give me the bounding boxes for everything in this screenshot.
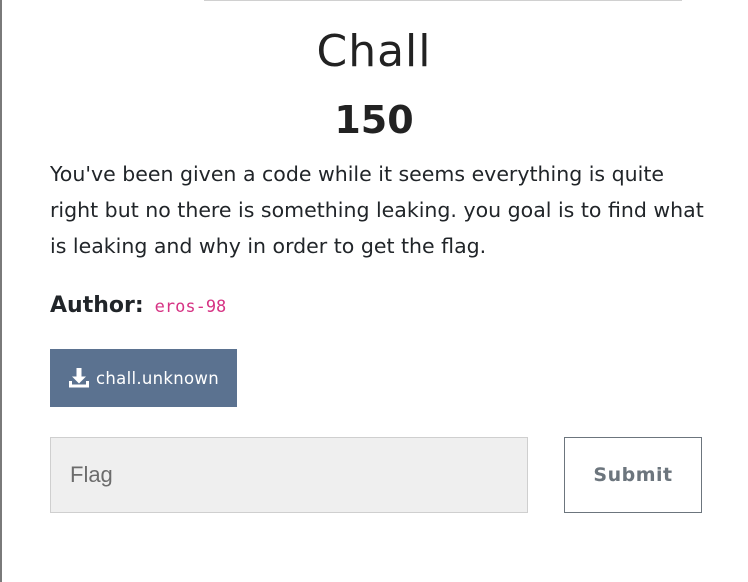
download-file-label: chall.unknown bbox=[96, 368, 219, 388]
top-divider bbox=[204, 0, 682, 1]
author-label: Author: bbox=[50, 293, 144, 318]
flag-input[interactable] bbox=[50, 437, 528, 513]
author-line: Author: eros-98 bbox=[50, 290, 226, 323]
download-icon bbox=[68, 367, 90, 389]
challenge-description: You've been given a code while it seems … bbox=[50, 162, 704, 258]
submit-button[interactable]: Submit bbox=[564, 437, 702, 513]
challenge-points: 150 bbox=[334, 98, 414, 142]
download-file-button[interactable]: chall.unknown bbox=[50, 349, 237, 407]
challenge-title: Chall bbox=[316, 26, 432, 77]
author-name: eros-98 bbox=[154, 297, 227, 317]
left-border-divider bbox=[0, 0, 2, 582]
challenge-page: Chall 150 You've been given a code while… bbox=[0, 0, 748, 582]
